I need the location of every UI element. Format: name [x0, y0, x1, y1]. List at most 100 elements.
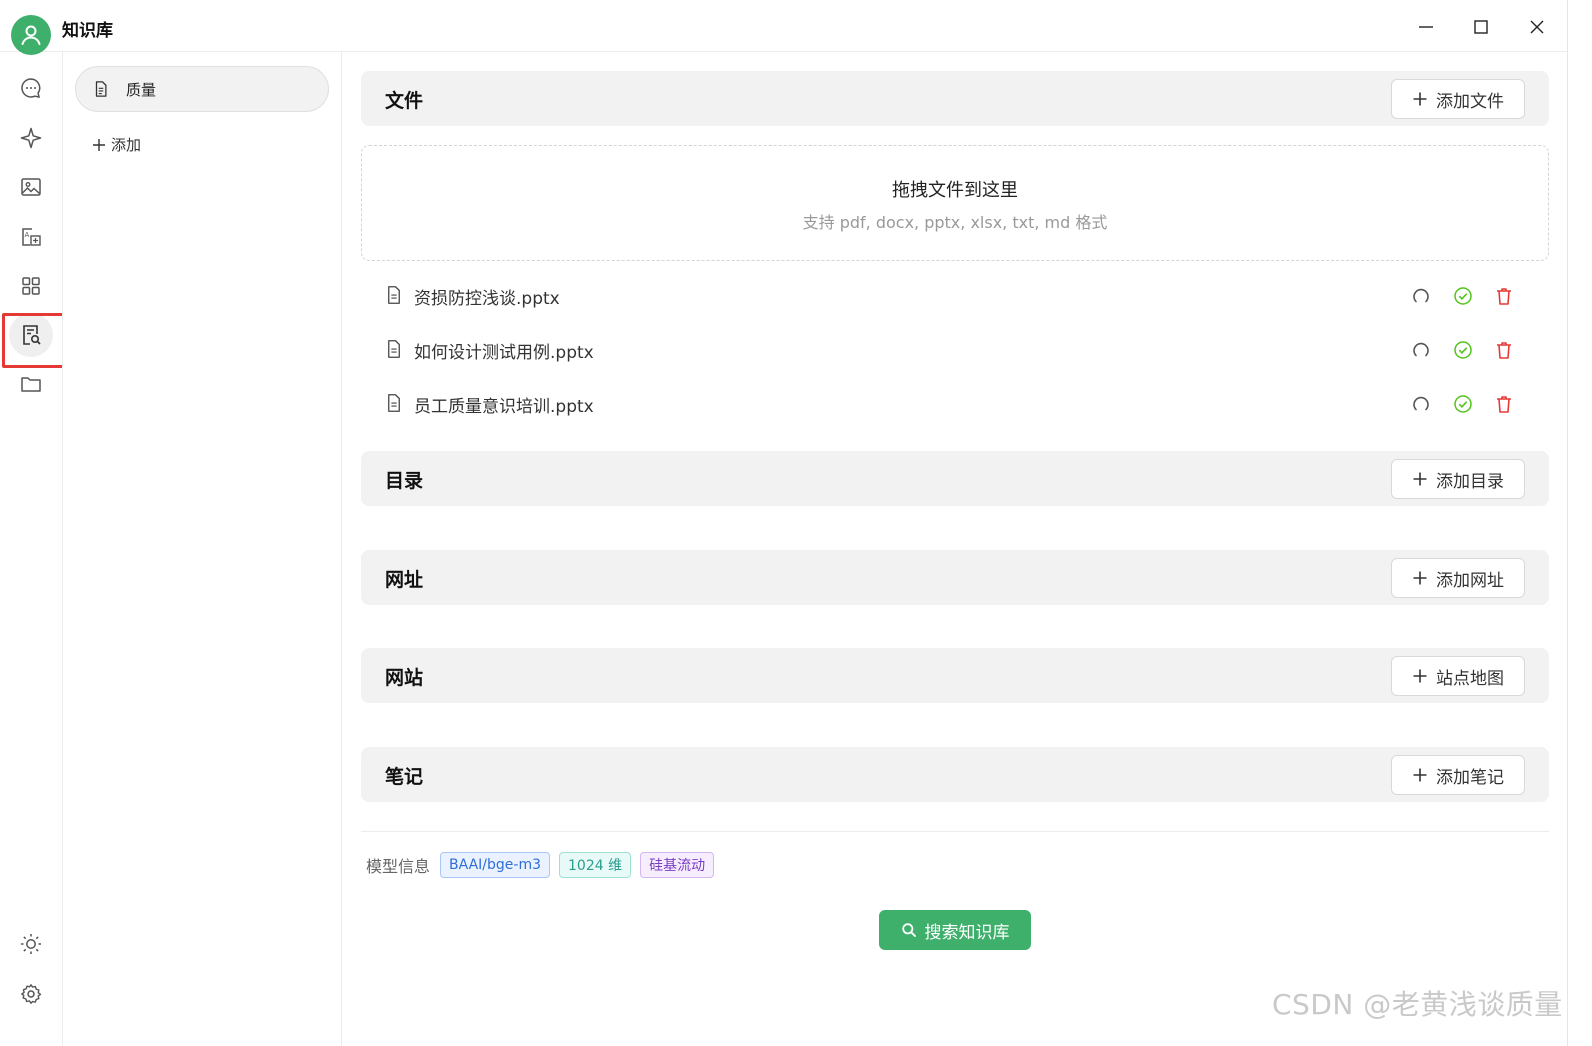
section-title: 网站 [385, 667, 424, 689]
rail-files[interactable] [9, 362, 53, 406]
minimize-button[interactable] [1410, 12, 1442, 42]
delete-button[interactable] [1492, 338, 1516, 362]
svg-text:A: A [25, 231, 30, 239]
rail-settings[interactable] [9, 972, 53, 1016]
maximize-icon [1474, 20, 1488, 34]
dimension-tag: 1024 维 [559, 852, 632, 878]
kb-add-button[interactable]: 添加 [91, 134, 141, 155]
check-circle-icon [1454, 287, 1472, 305]
dropzone-subtitle: 支持 pdf, docx, pptx, xlsx, txt, md 格式 [802, 213, 1108, 232]
refresh-icon [1413, 396, 1429, 411]
add-directory-button[interactable]: 添加目录 [1391, 459, 1525, 499]
search-icon [901, 923, 916, 937]
file-name: 如何设计测试用例.pptx [414, 343, 594, 363]
folder-icon [21, 377, 41, 392]
app-window: 知识库 A 质量 添加 文件 添加文件 拖拽文件到这里 支持 pdf, docx… [0, 0, 1568, 1046]
nav-rail: A [0, 52, 62, 1046]
plus-icon [1413, 472, 1427, 486]
check-circle-icon [1454, 341, 1472, 359]
refresh-button[interactable] [1409, 284, 1433, 308]
avatar[interactable] [11, 15, 51, 55]
close-button[interactable] [1521, 12, 1553, 42]
section-title: 笔记 [385, 766, 424, 788]
refresh-button[interactable] [1409, 392, 1433, 416]
add-sitemap-button[interactable]: 站点地图 [1391, 656, 1525, 696]
refresh-button[interactable] [1409, 338, 1433, 362]
file-icon [388, 394, 400, 412]
kb-add-label: 添加 [111, 136, 142, 154]
refresh-icon [1413, 342, 1429, 357]
section-title: 目录 [385, 470, 424, 492]
provider-tag: 硅基流动 [640, 852, 715, 878]
add-file-label: 添加文件 [1436, 91, 1504, 112]
section-title: 网址 [385, 569, 424, 591]
section-files: 文件 添加文件 [361, 71, 1549, 126]
rail-images[interactable] [9, 165, 53, 209]
plus-icon [1413, 92, 1427, 106]
rail-translate[interactable]: A [9, 215, 53, 259]
knowledge-search-icon [23, 325, 41, 345]
add-url-button[interactable]: 添加网址 [1391, 558, 1525, 598]
section-title: 文件 [385, 90, 424, 112]
image-icon [21, 178, 41, 196]
search-kb-button[interactable]: 搜索知识库 [879, 910, 1031, 950]
section-url: 网址 添加网址 [361, 550, 1549, 605]
add-sitemap-label: 站点地图 [1436, 668, 1504, 689]
close-icon [1530, 20, 1544, 34]
model-info: 模型信息 BAAI/bge-m3 1024 维 硅基流动 [366, 852, 715, 878]
add-directory-label: 添加目录 [1436, 471, 1504, 492]
add-note-label: 添加笔记 [1436, 767, 1504, 788]
add-note-button[interactable]: 添加笔记 [1391, 755, 1525, 795]
file-row: 员工质量意识培训.pptx [361, 380, 1549, 426]
sun-icon [21, 934, 41, 954]
plus-icon [1413, 768, 1427, 782]
refresh-icon [1413, 288, 1429, 303]
model-name-tag: BAAI/bge-m3 [440, 852, 550, 878]
plus-icon [1413, 669, 1427, 683]
status-done [1451, 338, 1475, 362]
title-bar: 知识库 [0, 0, 1568, 55]
apps-grid-icon [22, 277, 40, 295]
chat-icon [21, 78, 41, 98]
file-icon [388, 286, 400, 304]
app-title: 知识库 [62, 21, 113, 41]
kb-item-quality[interactable]: 质量 [75, 66, 329, 112]
document-icon [95, 81, 107, 97]
trash-icon [1497, 288, 1511, 305]
rail-agents[interactable] [9, 116, 53, 160]
trash-icon [1497, 396, 1511, 413]
window-edge [1568, 0, 1592, 1046]
model-info-label: 模型信息 [366, 857, 431, 876]
section-notes: 笔记 添加笔记 [361, 747, 1549, 802]
add-file-button[interactable]: 添加文件 [1391, 79, 1525, 119]
file-icon [388, 340, 400, 358]
sparkle-icon [20, 127, 42, 149]
kb-detail: 文件 添加文件 拖拽文件到这里 支持 pdf, docx, pptx, xlsx… [342, 52, 1568, 1046]
delete-button[interactable] [1492, 392, 1516, 416]
file-name: 员工质量意识培训.pptx [414, 397, 594, 417]
rail-knowledge-base[interactable] [9, 313, 53, 357]
file-dropzone[interactable]: 拖拽文件到这里 支持 pdf, docx, pptx, xlsx, txt, m… [361, 145, 1549, 261]
settings-gear-icon [21, 984, 42, 1004]
user-icon [21, 25, 41, 45]
watermark: CSDN @老黄浅谈质量 [1272, 988, 1563, 1021]
add-url-label: 添加网址 [1436, 570, 1504, 591]
rail-chat[interactable] [9, 66, 53, 110]
maximize-button[interactable] [1465, 12, 1497, 42]
kb-item-label: 质量 [126, 80, 157, 99]
rail-apps[interactable] [9, 264, 53, 308]
status-done [1451, 392, 1475, 416]
minimize-icon [1419, 26, 1433, 28]
plus-icon [93, 138, 105, 151]
rail-theme-toggle[interactable] [9, 922, 53, 966]
file-name: 资损防控浅谈.pptx [414, 289, 560, 309]
search-kb-label: 搜索知识库 [924, 922, 1010, 943]
kb-list-panel: 质量 添加 [62, 52, 342, 1046]
plus-icon [1413, 571, 1427, 585]
delete-button[interactable] [1492, 284, 1516, 308]
trash-icon [1497, 342, 1511, 359]
file-row: 如何设计测试用例.pptx [361, 326, 1549, 372]
file-row: 资损防控浅谈.pptx [361, 272, 1549, 318]
section-directory: 目录 添加目录 [361, 451, 1549, 506]
check-circle-icon [1454, 395, 1472, 413]
